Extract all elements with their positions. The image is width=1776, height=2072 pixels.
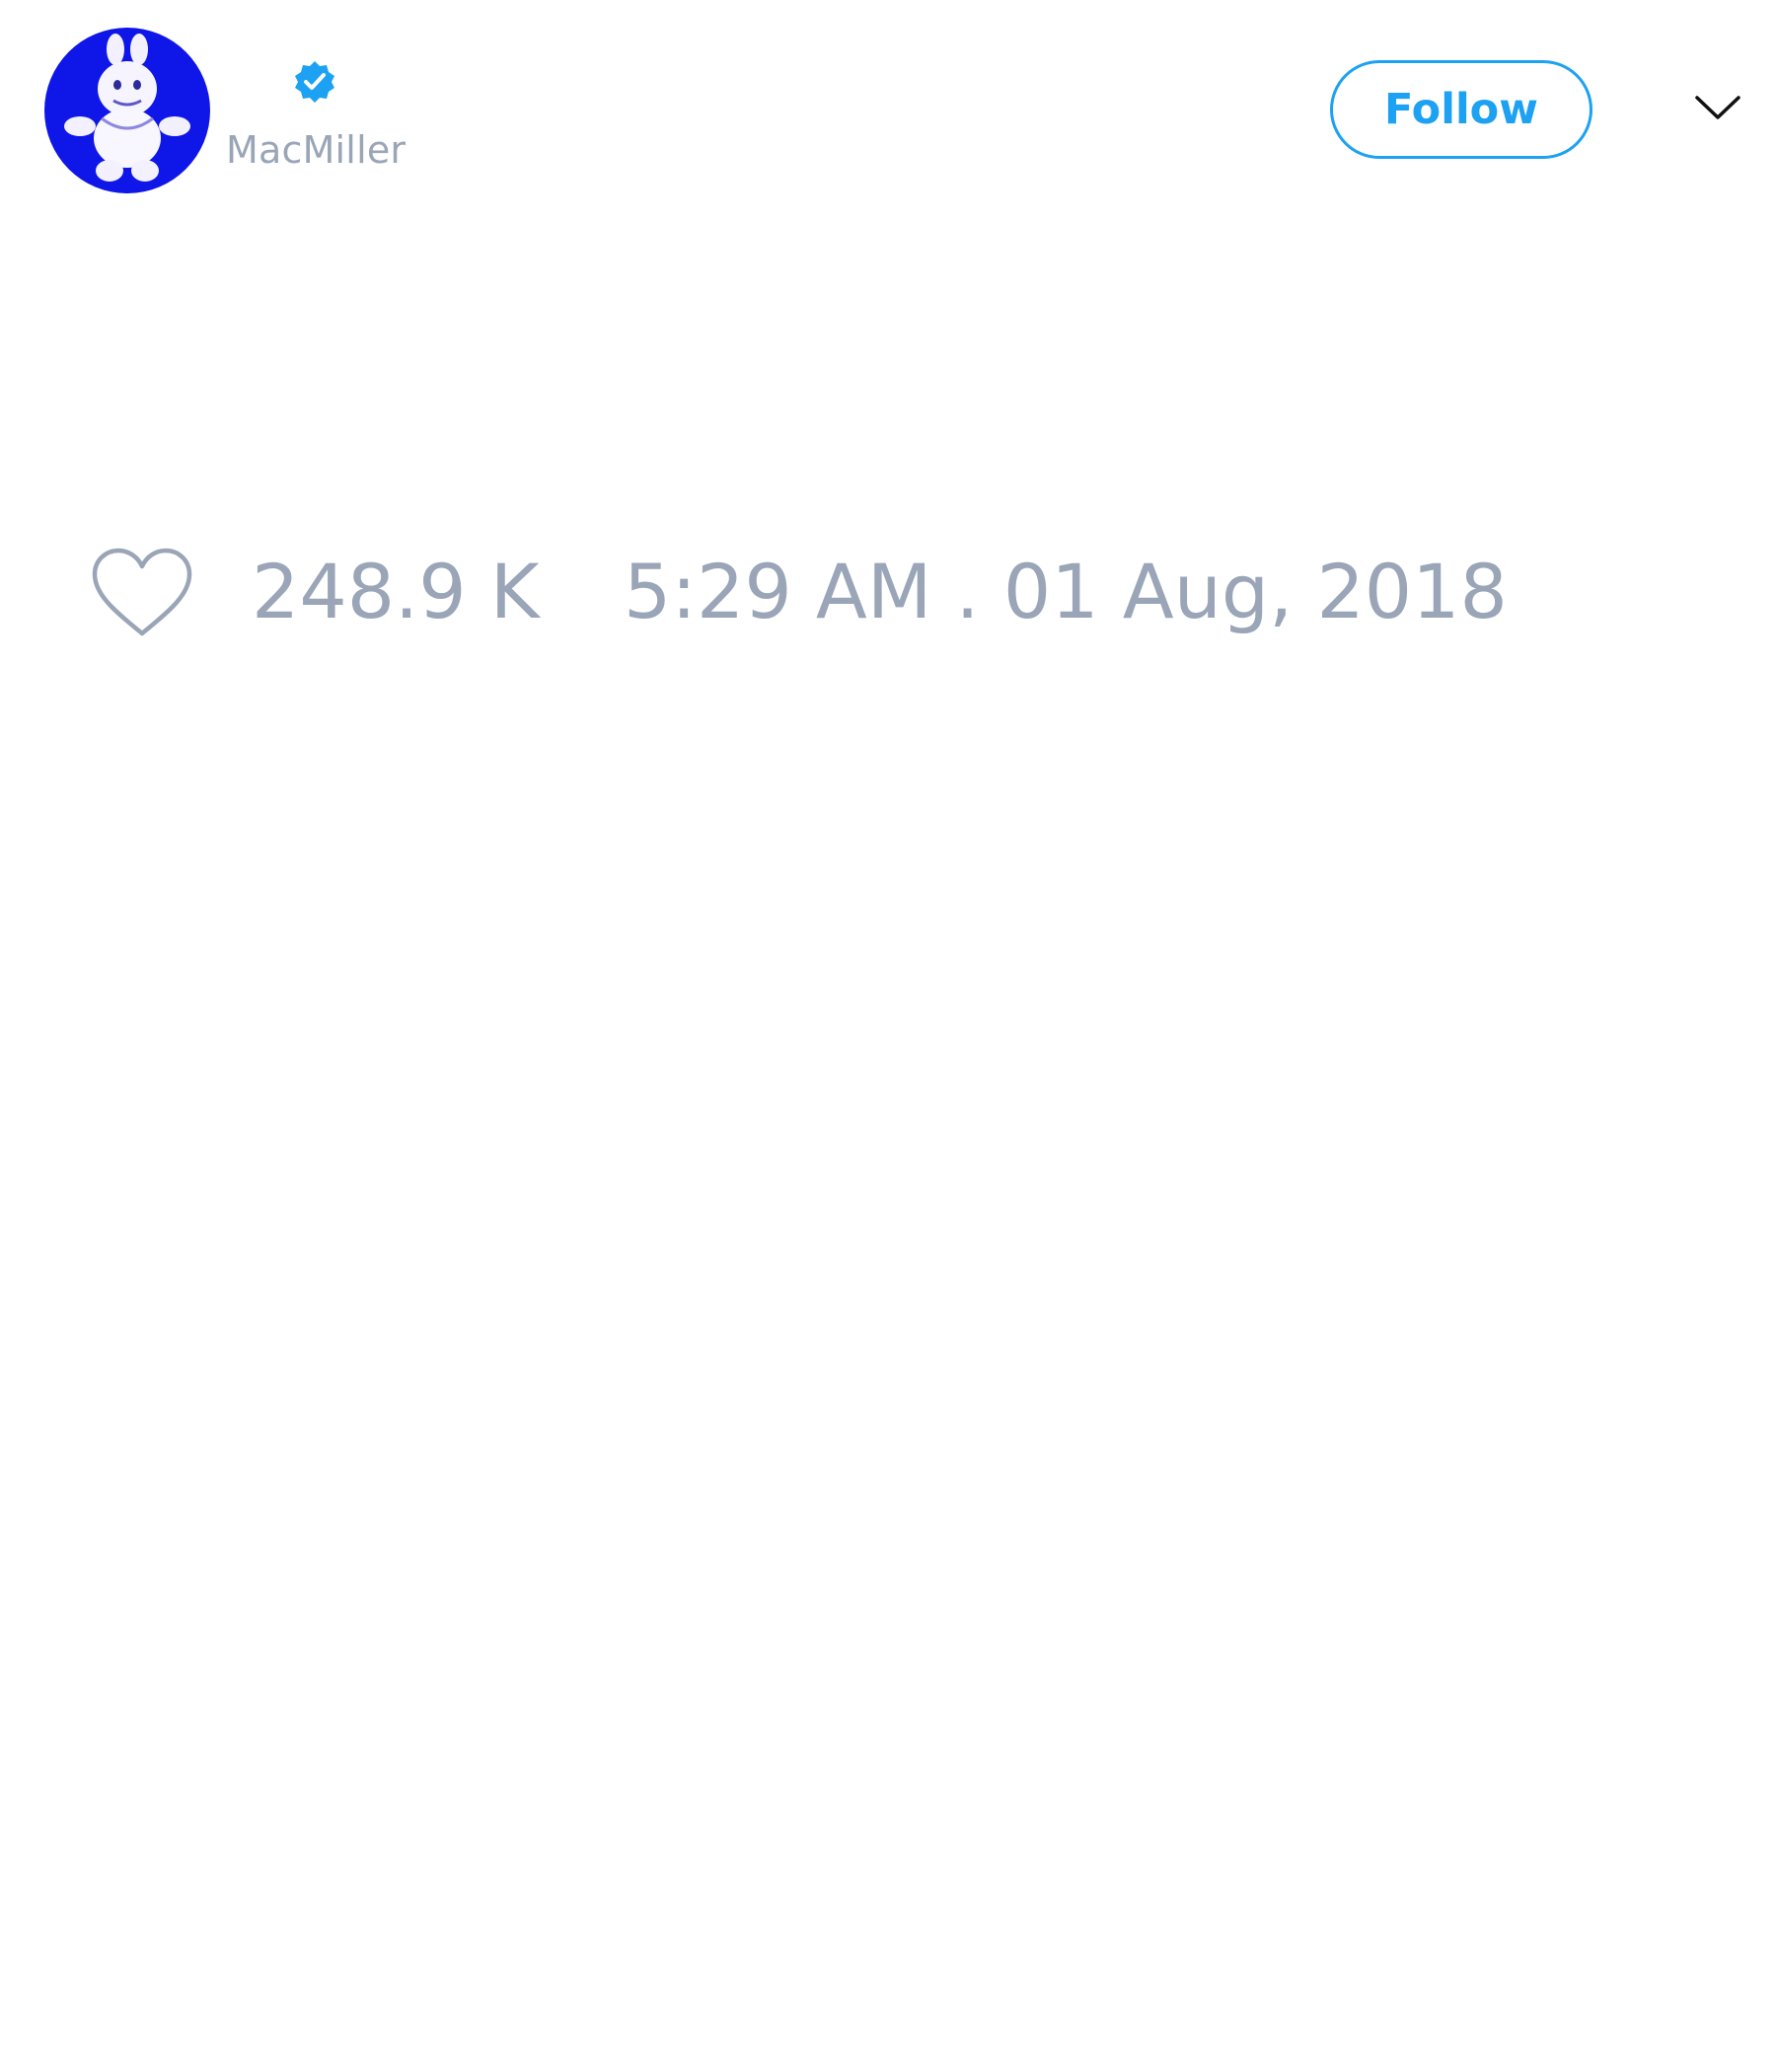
tweet-meta: 248.9 K 5:29 AM . 01 Aug, 2018 <box>0 533 1776 651</box>
follow-button[interactable]: Follow <box>1330 60 1592 159</box>
like-count: 248.9 K <box>252 548 540 635</box>
tweet-header: MacMiller Follow <box>0 0 1776 227</box>
author-handle[interactable]: MacMiller <box>226 128 406 172</box>
bunny-character-icon <box>64 34 190 182</box>
verified-badge-icon <box>295 61 334 103</box>
avatar[interactable] <box>44 28 210 193</box>
tweet-card: MacMiller Follow 248.9 K 5:29 AM . 01 Au… <box>0 0 1776 2072</box>
tweet-timestamp[interactable]: 5:29 AM . 01 Aug, 2018 <box>624 545 1508 639</box>
heart-outline-icon[interactable] <box>89 545 195 639</box>
chevron-down-icon[interactable] <box>1693 93 1742 122</box>
